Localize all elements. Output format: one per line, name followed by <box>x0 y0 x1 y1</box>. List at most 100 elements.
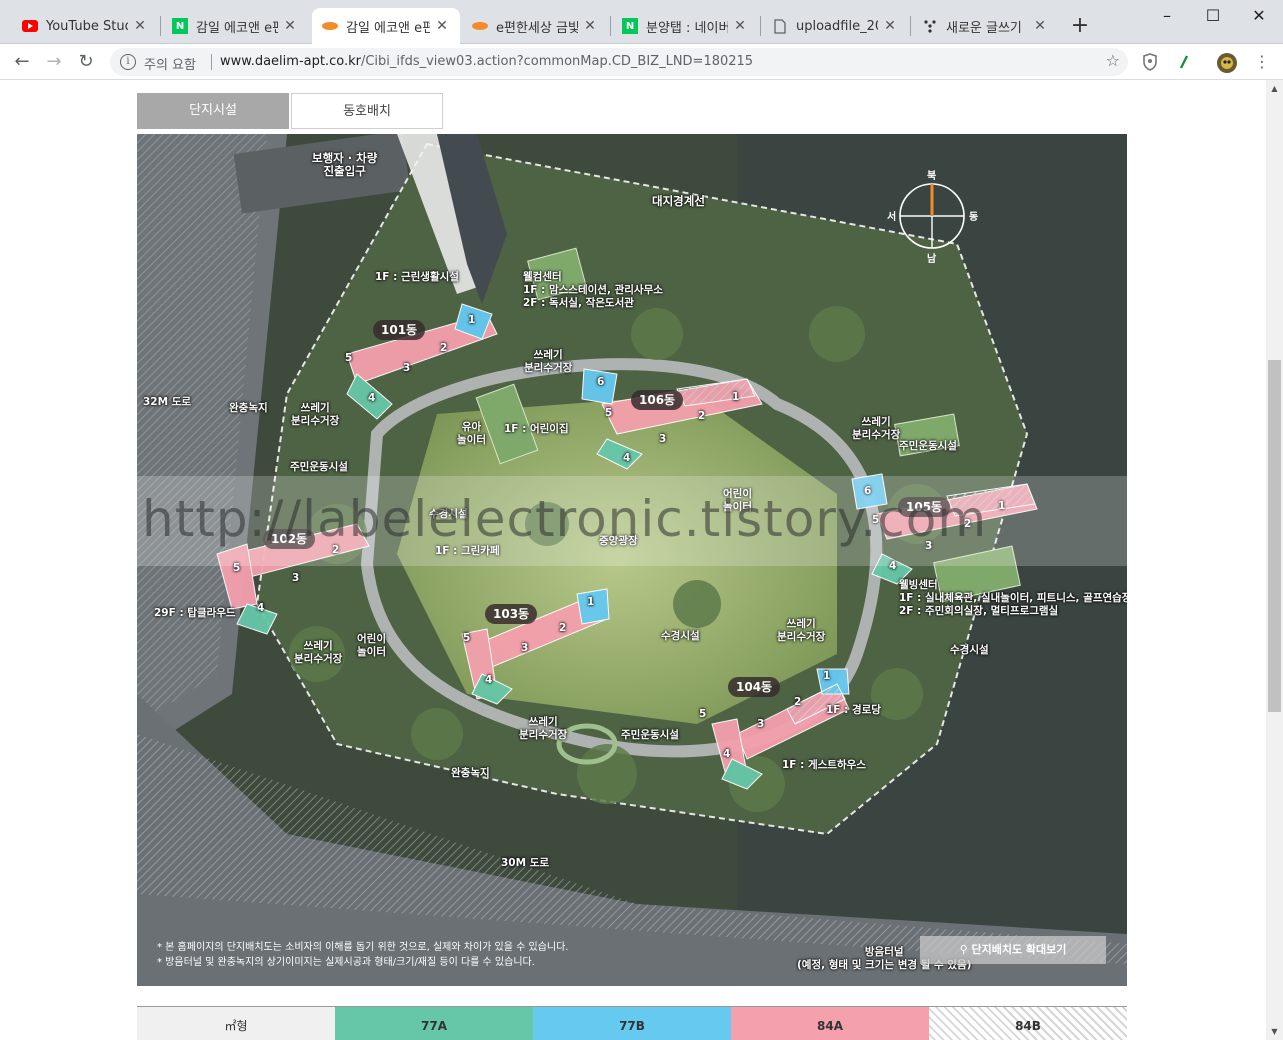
tab-uploadfile[interactable]: uploadfile_2019 ✕ <box>762 8 908 44</box>
orange-cloud-icon <box>472 18 488 34</box>
legend-84a[interactable]: 84A <box>731 1007 929 1040</box>
tab-geumbit[interactable]: e편한세상 금빛 ✕ <box>462 8 608 44</box>
line-number: 4 <box>485 674 493 686</box>
line-number: 2 <box>794 696 802 708</box>
line-number: 1 <box>732 391 740 403</box>
unit-type-legend: ㎡형 77A 77B 84A 84B <box>137 1006 1127 1040</box>
profile-avatar[interactable] <box>1216 52 1237 73</box>
label-buffer-green-2: 완충녹지 <box>451 767 490 779</box>
tab-strip: YouTube Studio ✕ N 감일 에코앤 e편 ✕ 감일 에코앤 e편… <box>0 0 1283 44</box>
line-number: 3 <box>659 433 667 445</box>
back-button[interactable]: ← <box>8 48 36 76</box>
close-icon[interactable]: ✕ <box>582 18 598 34</box>
tab-new-post[interactable]: 새로운 글쓰기 ✕ <box>912 8 1058 44</box>
line-number: 5 <box>463 632 471 644</box>
watermark-text: http://labelelectronic.tistory.com <box>142 490 988 548</box>
label-trash-1: 쓰레기 분리수거장 <box>291 402 340 427</box>
naver-icon: N <box>622 18 638 34</box>
line-number: 5 <box>345 352 353 364</box>
label-top-cloud: 29F : 탑클라우드 <box>154 607 236 619</box>
label-water-feature-2: 수경시설 <box>661 630 700 642</box>
map-note-1: * 본 홈페이지의 단지배치도는 소비자의 이해를 돕기 위한 것으로, 실제와… <box>157 942 569 953</box>
tab-gamil-naver[interactable]: N 감일 에코앤 e편 ✕ <box>162 8 308 44</box>
building-103[interactable]: 103동 <box>485 604 538 624</box>
watermark-band: http://labelelectronic.tistory.com <box>137 476 1127 566</box>
label-welcome-center: 웰컴센터 1F : 맘스스테이션, 관리사무소 2F : 독서실, 작은도서관 <box>523 271 663 309</box>
maximize-button[interactable]: ☐ <box>1190 2 1236 30</box>
close-icon[interactable]: ✕ <box>1032 18 1048 34</box>
browser-toolbar: ← → ↻ i 주의 요함 www.daelim-apt.co.kr/Cibi_… <box>0 44 1283 80</box>
page-scrollbar[interactable]: ▲ ▼ <box>1266 80 1283 1040</box>
browser-window: YouTube Studio ✕ N 감일 에코앤 e편 ✕ 감일 에코앤 e편… <box>0 0 1283 1040</box>
forward-button[interactable]: → <box>40 48 68 76</box>
close-window-button[interactable]: ✕ <box>1236 2 1282 30</box>
reload-button[interactable]: ↻ <box>72 48 100 76</box>
label-senior-center: 1F : 경로당 <box>826 704 881 716</box>
pen-extension-icon[interactable] <box>1174 52 1194 72</box>
tab-youtube-studio[interactable]: YouTube Studio ✕ <box>12 8 158 44</box>
label-boundary: 대지경계선 <box>652 194 705 208</box>
line-number: 3 <box>757 718 765 730</box>
label-fitness-1: 주민운동시설 <box>290 461 348 473</box>
info-icon[interactable]: i <box>120 54 136 70</box>
arrow-right-icon: → <box>46 51 62 72</box>
label-daycare: 1F : 어린이집 <box>504 423 569 435</box>
line-number: 2 <box>559 622 567 634</box>
shield-extension-icon[interactable] <box>1140 52 1160 72</box>
naver-icon: N <box>172 18 188 34</box>
bookmark-star-icon[interactable]: ☆ <box>1106 51 1120 70</box>
label-retail: 1F : 근린생활시설 <box>375 271 459 283</box>
label-trash-6: 쓰레기 분리수거장 <box>519 716 568 741</box>
line-number: 4 <box>257 602 265 614</box>
scroll-down-arrow-icon[interactable]: ▼ <box>1266 1023 1283 1040</box>
compass-east: 동 <box>969 212 979 223</box>
label-wellbeing-center: 웰빙센터 1F : 실내체육관, 실내놀이터, 피트니스, 골프연습장 2F :… <box>899 579 1127 617</box>
tab-gamil-active[interactable]: 감일 에코앤 e편 ✕ <box>312 8 460 44</box>
label-fitness-2: 주민운동시설 <box>899 440 957 452</box>
legend-84b[interactable]: 84B <box>929 1007 1127 1040</box>
label-entrance: 보행자 · 차량 진출입구 <box>312 151 378 178</box>
close-icon[interactable]: ✕ <box>434 18 450 34</box>
tab-unit-layout[interactable]: 동호배치 <box>291 93 443 129</box>
reload-icon: ↻ <box>78 51 94 72</box>
label-buffer-green-1: 완충녹지 <box>229 402 268 414</box>
minimize-button[interactable]: – <box>1144 2 1190 30</box>
dots-icon <box>922 18 938 34</box>
menu-button[interactable]: ⋮ <box>1248 48 1276 76</box>
building-104[interactable]: 104동 <box>728 677 781 697</box>
scroll-up-arrow-icon[interactable]: ▲ <box>1266 80 1283 97</box>
new-tab-button[interactable]: + <box>1068 12 1092 40</box>
zoom-map-button[interactable]: ⚲ 단지배치도 확대보기 <box>920 936 1106 964</box>
building-101[interactable]: 101동 <box>373 320 426 340</box>
compass-north: 북 <box>927 171 937 182</box>
arrow-left-icon: ← <box>14 51 30 72</box>
line-number: 5 <box>605 407 613 419</box>
label-kids-playground-2: 어린이 놀이터 <box>357 633 386 658</box>
label-trash-2: 쓰레기 분리수거장 <box>524 349 573 374</box>
scroll-thumb[interactable] <box>1268 360 1281 712</box>
close-icon[interactable]: ✕ <box>132 18 148 34</box>
line-number: 1 <box>823 670 831 682</box>
security-warning[interactable]: 주의 요함 <box>144 54 196 73</box>
tab-complex-facilities[interactable]: 단지시설 <box>137 93 289 129</box>
close-icon[interactable]: ✕ <box>282 18 298 34</box>
line-number: 3 <box>403 362 411 374</box>
label-fitness-3: 주민운동시설 <box>621 729 679 741</box>
building-106[interactable]: 106동 <box>631 390 684 410</box>
line-number: 4 <box>723 748 731 760</box>
legend-77b[interactable]: 77B <box>533 1007 731 1040</box>
label-trash-4: 쓰레기 분리수거장 <box>294 640 343 665</box>
site-map: 북 남 동 서 보행자 · 차량 진출입구 대지경계선 1F : 근린생활시설 … <box>137 134 1127 986</box>
close-icon[interactable]: ✕ <box>732 18 748 34</box>
address-bar[interactable]: i 주의 요함 www.daelim-apt.co.kr/Cibi_ifds_v… <box>110 48 1128 76</box>
label-toddler-playground: 유아 놀이터 <box>457 421 486 446</box>
line-number: 1 <box>587 596 595 608</box>
tab-bunyang-naver[interactable]: N 분양탭 : 네이버 ✕ <box>612 8 758 44</box>
kebab-menu-icon: ⋮ <box>1254 52 1270 71</box>
line-number: 4 <box>623 452 631 464</box>
label-road-32m: 32M 도로 <box>143 396 192 408</box>
close-icon[interactable]: ✕ <box>882 18 898 34</box>
legend-77a[interactable]: 77A <box>335 1007 533 1040</box>
orange-cloud-icon <box>322 18 338 34</box>
url-text[interactable]: www.daelim-apt.co.kr/Cibi_ifds_view03.ac… <box>220 54 753 69</box>
